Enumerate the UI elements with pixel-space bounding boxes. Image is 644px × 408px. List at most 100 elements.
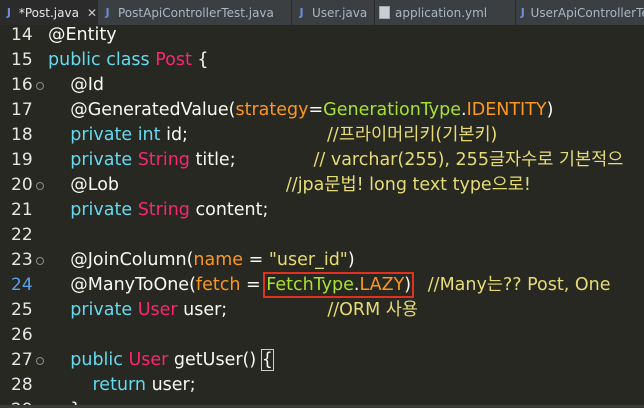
code-token: IDENTITY (466, 100, 547, 120)
line-number: 14 (11, 25, 33, 45)
fold-toggle-icon[interactable] (36, 182, 44, 190)
line-number: 19 (11, 150, 33, 170)
code-line: 18 private int id; //프라이머리키(기본키) (0, 123, 644, 148)
java-file-icon: J (299, 6, 304, 19)
java-file-icon: J (105, 6, 110, 19)
tab-label: application.yml (395, 5, 488, 20)
code-token: //Many는?? Post, One (411, 275, 611, 295)
code-line: 16 @Id (0, 73, 644, 98)
code-token: id; (166, 125, 188, 145)
code-text: @Lob //jpa문법! long text type으로! (48, 173, 531, 198)
code-text: private String content; (48, 198, 268, 223)
code-token: = (240, 275, 267, 295)
line-number: 24 (11, 275, 33, 295)
code-token: @Entity (48, 25, 117, 45)
line-number: 21 (11, 200, 33, 220)
code-token: //ORM 사용 (227, 300, 418, 320)
code-token: String (137, 150, 196, 170)
tab-label: User.java (312, 5, 368, 20)
code-text: private int id; //프라이머리키(기본키) (48, 123, 497, 148)
code-token: ) (546, 100, 554, 120)
code-text: return user; (48, 373, 196, 398)
code-text: private String title; // varchar(255), 2… (48, 148, 623, 173)
code-token: strategy (235, 100, 309, 120)
code-token: private (48, 200, 138, 220)
code-line: 26 (0, 323, 644, 348)
code-line: 14 @Entity (0, 25, 644, 48)
tab-0[interactable]: J *Post.java ✕ (0, 0, 98, 25)
code-line: 19 private String title; // varchar(255)… (0, 148, 644, 173)
tab-2[interactable]: J User.java (292, 0, 375, 25)
code-line: 25 private User user; //ORM 사용 (0, 298, 644, 323)
line-number: 28 (11, 375, 33, 395)
tab-label: PostApiControllerTest.java (118, 5, 274, 20)
code-line: 17 @GeneratedValue(strategy=GenerationTy… (0, 98, 644, 123)
code-token: getUser() (173, 350, 262, 370)
code-line: 27 public User getUser() { (0, 348, 644, 373)
editor-tab-bar: J *Post.java ✕ J PostApiControllerTest.java J… (0, 0, 644, 26)
line-number: 26 (11, 325, 33, 345)
line-number: 18 (11, 125, 33, 145)
code-text: @Id (48, 73, 104, 98)
code-token: @ManyToOne( (48, 275, 196, 295)
code-text: public class Post { (48, 48, 209, 73)
code-token: public class (48, 50, 156, 70)
line-number: 23 (11, 250, 33, 270)
code-token: String (137, 200, 196, 220)
code-token: @JoinColumn( (48, 250, 194, 270)
line-number: 15 (11, 50, 33, 70)
fold-toggle-icon[interactable] (36, 82, 44, 90)
code-text: @GeneratedValue(strategy=GenerationType.… (48, 98, 553, 123)
tab-4[interactable]: J UserApiControllerTes (516, 0, 644, 25)
code-line: 22 (0, 223, 644, 248)
code-token: @GeneratedValue( (48, 100, 236, 120)
code-token: { (191, 50, 209, 70)
code-text: @Entity (48, 25, 117, 48)
code-line: 23 @JoinColumn(name = "user_id") (0, 248, 644, 273)
tab-3[interactable]: application.yml (375, 0, 516, 25)
code-token: = (243, 250, 269, 270)
line-number: 16 (11, 75, 33, 95)
code-line: 24 @ManyToOne(fetch = FetchType.LAZY) //… (0, 272, 644, 298)
code-token: LAZY (359, 275, 405, 295)
code-line: 21 private String content; (0, 198, 644, 223)
tab-1[interactable]: J PostApiControllerTest.java (98, 0, 292, 25)
code-token: content; (195, 200, 269, 220)
code-line: 15 public class Post { (0, 48, 644, 73)
code-token: user; (151, 375, 196, 395)
java-file-icon: J (520, 6, 525, 19)
fold-toggle-icon[interactable] (36, 257, 44, 265)
code-token: return (48, 375, 152, 395)
line-number: 25 (11, 300, 33, 320)
code-token: ) (347, 250, 355, 270)
highlighted-fetch-type: FetchType.LAZY) (263, 272, 415, 298)
code-line: 20 @Lob //jpa문법! long text type으로! (0, 173, 644, 198)
line-number: 22 (11, 225, 33, 245)
fold-toggle-icon[interactable] (36, 357, 44, 365)
code-token: @Id (48, 75, 105, 95)
code-token: // varchar(255), 255글자수로 기본적으 (235, 150, 624, 170)
code-token: User (137, 300, 184, 320)
code-token: "user_id" (268, 250, 348, 270)
code-token: public (48, 350, 129, 370)
code-token: GenerationType (323, 100, 461, 120)
code-line: 28 return user; (0, 373, 644, 398)
tab-label: *Post.java (18, 5, 79, 20)
tab-label: UserApiControllerTes (530, 5, 644, 20)
code-token: Post (155, 50, 192, 70)
code-token: title; (195, 150, 236, 170)
line-number: 20 (11, 175, 33, 195)
code-token: //jpa문법! long text type으로! (119, 175, 531, 195)
code-editor[interactable]: 14 @Entity 15 public class Post {16 @Id 17 @… (0, 25, 644, 408)
code-token: private (48, 150, 138, 170)
code-token: = (308, 100, 324, 120)
code-token: FetchType (266, 275, 354, 295)
code-token: //프라이머리키(기본키) (187, 125, 498, 145)
code-text: @JoinColumn(name = "user_id") (48, 248, 355, 273)
code-token: user; (183, 300, 228, 320)
file-icon (379, 6, 390, 19)
code-token: private int (48, 125, 167, 145)
close-tab-icon[interactable]: ✕ (87, 6, 97, 20)
code-text: public User getUser() { (48, 348, 274, 373)
code-text: private User user; //ORM 사용 (48, 298, 418, 323)
